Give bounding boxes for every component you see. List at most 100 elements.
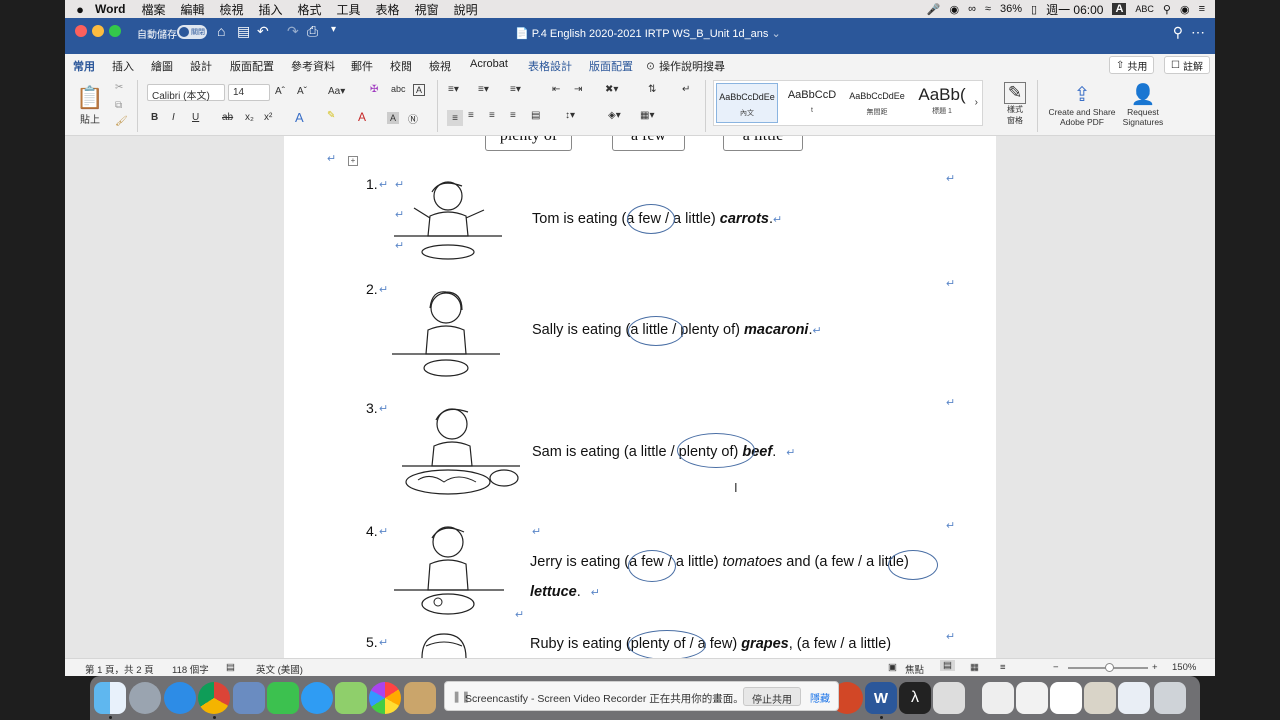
web-layout-view-icon[interactable]: ▦	[970, 662, 979, 673]
character-shading-icon[interactable]: A	[387, 112, 399, 124]
undo-icon[interactable]: ↶	[257, 23, 269, 40]
tab-mailings[interactable]: 郵件	[351, 58, 373, 74]
menu-tools[interactable]: 工具	[337, 1, 361, 18]
close-window-button[interactable]	[75, 25, 87, 37]
clear-format-icon[interactable]: ✠	[370, 84, 378, 95]
acrobat-icon[interactable]: λ	[899, 682, 931, 714]
request-signatures-button[interactable]: 👤 Request Signatures	[1119, 82, 1167, 127]
change-case-icon[interactable]: Aa▾	[328, 86, 345, 97]
comments-button[interactable]: ☐ 註解	[1164, 56, 1210, 74]
italic-icon[interactable]: I	[172, 112, 175, 123]
menubar-clock[interactable]: 週一 06:00	[1046, 1, 1103, 18]
creative-cloud-icon[interactable]: ∞	[968, 3, 976, 15]
grow-font-icon[interactable]: Aˆ	[275, 86, 285, 97]
phonetic-guide-icon[interactable]: abc	[391, 84, 406, 94]
tab-acrobat[interactable]: Acrobat	[470, 58, 508, 70]
customize-toolbar-icon[interactable]: ▾	[331, 24, 336, 35]
align-right-icon[interactable]: ≡	[489, 110, 495, 121]
more-options-icon[interactable]: ⋯	[1191, 24, 1205, 41]
menu-view[interactable]: 檢視	[219, 1, 243, 18]
style-no-spacing[interactable]: AaBbCcDdEe 無間距	[846, 83, 908, 123]
line-spacing-icon[interactable]: ↕▾	[565, 110, 575, 121]
menu-table[interactable]: 表格	[376, 1, 400, 18]
styles-pane-button[interactable]: ✎ 樣式 窗格	[999, 82, 1031, 126]
cut-icon[interactable]: ✂	[115, 82, 123, 93]
battery-icon[interactable]: ▯	[1031, 3, 1037, 16]
safari-icon[interactable]	[164, 682, 196, 714]
align-center-icon[interactable]: ≡	[468, 110, 474, 121]
shading-icon[interactable]: ◈▾	[608, 110, 621, 121]
menu-file[interactable]: 檔案	[141, 1, 165, 18]
bold-icon[interactable]: B	[151, 112, 158, 123]
siri-icon[interactable]: ◉	[1180, 3, 1190, 16]
document-workarea[interactable]: plenty of a few a little ↵ + 1. ↵ ↵ ↵ ↵ …	[65, 136, 1215, 658]
menu-edit[interactable]: 編輯	[180, 1, 204, 18]
tab-references[interactable]: 參考資料	[291, 58, 335, 74]
sort-icon[interactable]: ⇅	[648, 84, 656, 95]
zoom-slider-thumb[interactable]	[1105, 663, 1114, 672]
language-indicator[interactable]: 英文 (美國)	[256, 662, 303, 676]
numbering-icon[interactable]: ≡▾	[478, 84, 489, 95]
styles-next-icon[interactable]: ›	[975, 97, 978, 108]
save-icon[interactable]: ▤	[237, 23, 250, 40]
tab-home[interactable]: 常用	[73, 58, 95, 79]
menu-insert[interactable]: 插入	[259, 1, 283, 18]
screen-record-icon[interactable]: ◉	[949, 3, 959, 16]
autosave-toggle[interactable]: 關閉	[177, 25, 207, 39]
shrink-font-icon[interactable]: Aˇ	[297, 86, 307, 97]
preview-document-icon[interactable]	[933, 682, 965, 714]
text-effects-icon[interactable]: A	[295, 110, 304, 125]
wifi-icon[interactable]: ≈	[985, 3, 991, 15]
enclose-character-icon[interactable]: Ⓝ	[408, 111, 418, 126]
menu-window[interactable]: 視窗	[415, 1, 439, 18]
notes-icon[interactable]	[404, 682, 436, 714]
highlight-icon[interactable]: ✎	[327, 110, 335, 121]
search-icon[interactable]: ⚲	[1173, 24, 1183, 41]
tell-me-search[interactable]: ☉ 操作說明搜尋	[645, 58, 725, 74]
print-layout-view-icon[interactable]: ▤	[940, 660, 955, 671]
table-move-handle-icon[interactable]: +	[348, 156, 358, 166]
outline-view-icon[interactable]: ≡	[1000, 662, 1006, 673]
tab-layout[interactable]: 版面配置	[230, 58, 274, 74]
zoom-level[interactable]: 150%	[1172, 662, 1196, 673]
microphone-icon[interactable]: 🎤	[927, 3, 941, 16]
paste-button[interactable]: 📋 貼上	[73, 82, 107, 128]
spotlight-icon[interactable]: ⚲	[1163, 3, 1171, 16]
page-count[interactable]: 第 1 頁，共 2 頁	[85, 662, 154, 676]
focus-icon[interactable]: ▣	[888, 662, 897, 673]
superscript-icon[interactable]: x²	[264, 112, 272, 123]
recent-file-icon[interactable]	[982, 682, 1014, 714]
tab-draw[interactable]: 繪圖	[151, 58, 173, 74]
hide-button[interactable]: 隱藏	[810, 690, 830, 705]
zoom-window-button[interactable]	[109, 25, 121, 37]
increase-indent-icon[interactable]: ⇥	[574, 84, 582, 95]
launchpad-icon[interactable]	[129, 682, 161, 714]
redo-icon[interactable]: ↷	[287, 23, 299, 40]
tab-insert[interactable]: 插入	[112, 58, 134, 74]
zoom-out-button[interactable]: −	[1053, 662, 1059, 673]
focus-label[interactable]: 焦點	[905, 662, 924, 676]
subscript-icon[interactable]: x₂	[245, 112, 254, 123]
document-title[interactable]: 📄 P.4 English 2020-2021 IRTP WS_B_Unit 1…	[515, 27, 781, 40]
word-icon[interactable]: W	[865, 682, 897, 714]
borders-icon[interactable]: ▦▾	[640, 110, 654, 121]
tab-design[interactable]: 設計	[190, 58, 212, 74]
character-border-icon[interactable]: A	[413, 84, 425, 96]
photos-icon[interactable]	[369, 682, 401, 714]
finder-icon[interactable]	[94, 682, 126, 714]
style-t[interactable]: AaBbCcD t	[781, 83, 843, 123]
input-source-badge[interactable]: A	[1112, 3, 1127, 15]
control-center-icon[interactable]: ≡	[1199, 3, 1205, 15]
tab-view[interactable]: 檢視	[429, 58, 451, 74]
recent-file-icon[interactable]	[1050, 682, 1082, 714]
menu-format[interactable]: 格式	[298, 1, 322, 18]
tab-review[interactable]: 校閱	[390, 58, 412, 74]
recent-file-icon[interactable]	[1016, 682, 1048, 714]
justify-icon[interactable]: ≡	[510, 110, 516, 121]
document-page[interactable]: plenty of a few a little ↵ + 1. ↵ ↵ ↵ ↵ …	[284, 136, 996, 658]
preview-icon[interactable]	[233, 682, 265, 714]
decrease-indent-icon[interactable]: ⇤	[552, 84, 560, 95]
tab-table-design[interactable]: 表格設計	[528, 58, 572, 74]
distributed-icon[interactable]: ▤	[531, 110, 540, 121]
copy-icon[interactable]: ⧉	[115, 100, 122, 111]
